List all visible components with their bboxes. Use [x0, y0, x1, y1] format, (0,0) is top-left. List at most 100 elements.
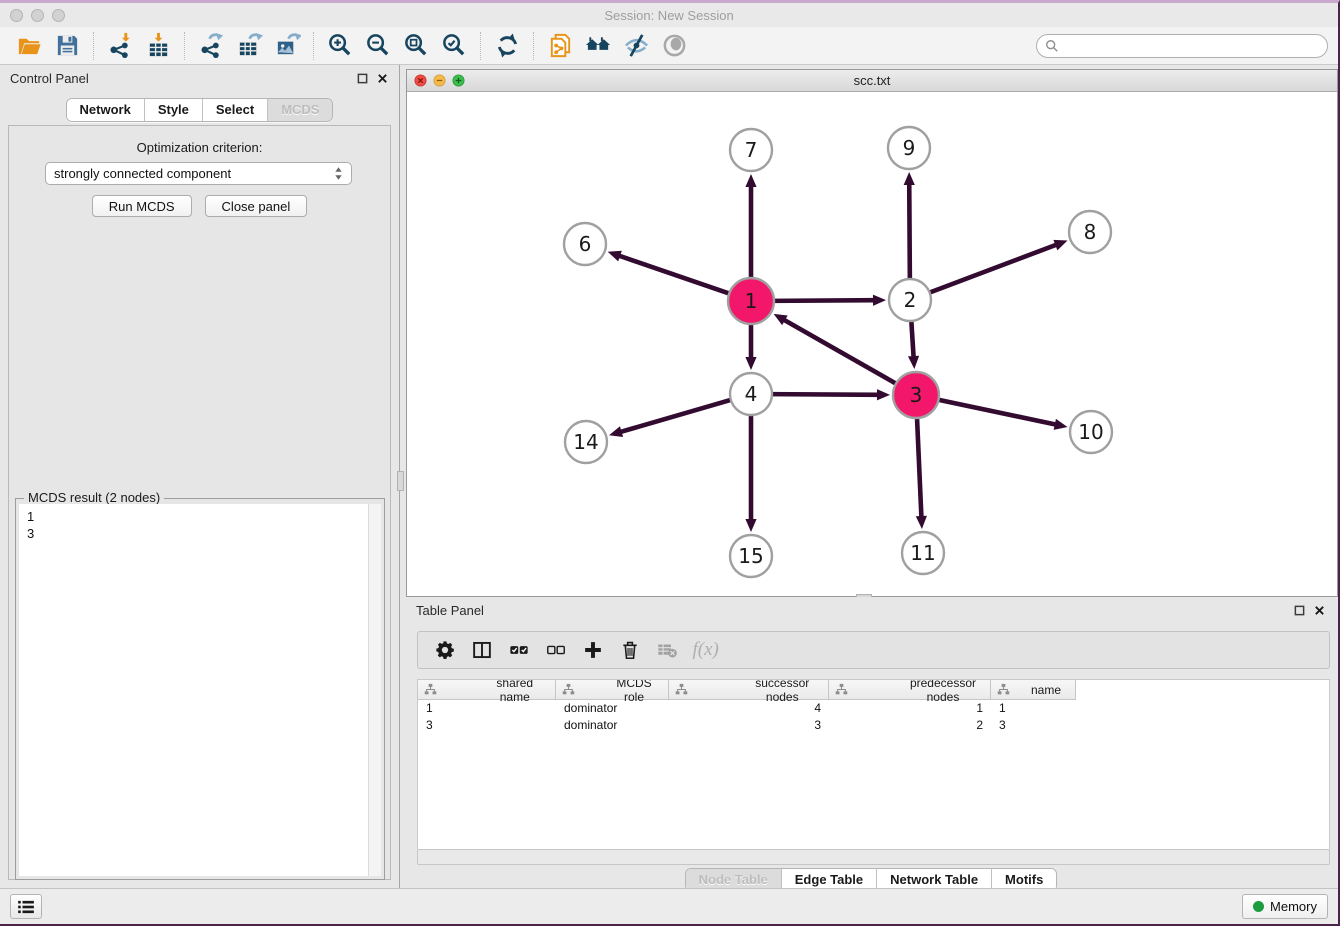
table-cell[interactable]: 1: [829, 700, 991, 717]
edge-3-11[interactable]: [917, 416, 922, 518]
export-table-button[interactable]: [230, 30, 268, 62]
edge-2-9[interactable]: [909, 183, 910, 281]
export-image-button[interactable]: [268, 30, 306, 62]
network-workspace: scc.txt 7968124314101511 Table Panel f(x…: [401, 65, 1338, 888]
attribute-type-icon: [835, 683, 908, 696]
memory-label: Memory: [1270, 899, 1317, 914]
edge-1-6[interactable]: [618, 255, 731, 294]
export-table-icon: [236, 32, 263, 59]
table-cell[interactable]: dominator: [556, 717, 669, 734]
edge-3-1[interactable]: [783, 319, 898, 384]
mcds-result-line: 3: [27, 525, 360, 542]
table-cell[interactable]: 3: [991, 717, 1076, 734]
table-row[interactable]: 1dominator411: [418, 700, 1329, 717]
tab-style[interactable]: Style: [145, 99, 203, 121]
mcds-panel: Optimization criterion: strongly connect…: [8, 125, 391, 880]
select-all-columns-button[interactable]: [500, 635, 537, 665]
toolbar-separator: [184, 32, 185, 60]
import-table-button[interactable]: [139, 30, 177, 62]
table-cell[interactable]: 3: [418, 717, 556, 734]
table-panel-float-button[interactable]: [1293, 604, 1306, 617]
table-cell[interactable]: 2: [829, 717, 991, 734]
edge-arrow-3-10: [1054, 419, 1068, 430]
vertical-splitter-handle[interactable]: [397, 471, 404, 491]
edge-2-3[interactable]: [911, 319, 913, 358]
task-history-button[interactable]: [10, 894, 42, 919]
toggle-panel-mode-button[interactable]: [463, 635, 500, 665]
table-horizontal-scrollbar[interactable]: [417, 849, 1330, 865]
network-canvas[interactable]: 7968124314101511: [407, 92, 1337, 596]
edge-2-8[interactable]: [928, 244, 1057, 293]
zoom-selected-icon: [441, 32, 468, 59]
run-mcds-button[interactable]: Run MCDS: [92, 195, 192, 217]
delete-columns-button[interactable]: [611, 635, 648, 665]
column-header-shared-name[interactable]: shared name: [418, 680, 556, 700]
table-cell[interactable]: dominator: [556, 700, 669, 717]
unselect-all-columns-button[interactable]: [537, 635, 574, 665]
zoom-selected-button[interactable]: [435, 30, 473, 62]
toolbar-icons: [10, 30, 693, 62]
node-label-4: 4: [745, 382, 758, 406]
duplicate-network-button[interactable]: [541, 30, 579, 62]
apply-preferred-layout-button[interactable]: [488, 30, 526, 62]
import-network-icon: [107, 32, 134, 59]
column-header-predecessor-nodes[interactable]: predecessor nodes: [829, 680, 991, 700]
zoom-in-button[interactable]: [321, 30, 359, 62]
search-box[interactable]: [1036, 34, 1328, 58]
toggle-graphics-details-button[interactable]: [617, 30, 655, 62]
close-panel-button[interactable]: Close panel: [205, 195, 308, 217]
network-view-titlebar[interactable]: scc.txt: [407, 70, 1337, 92]
tab-network[interactable]: Network: [67, 99, 145, 121]
edge-1-2[interactable]: [772, 300, 875, 301]
column-header-MCDS-role[interactable]: MCDS role: [556, 680, 669, 700]
delete-table-button: [648, 635, 685, 665]
attribute-type-icon: [562, 683, 612, 696]
table-panel-header: Table Panel: [406, 597, 1336, 623]
table-panel-close-button[interactable]: [1313, 604, 1326, 617]
column-settings-button[interactable]: [426, 635, 463, 665]
open-file-button[interactable]: [10, 30, 48, 62]
tab-mcds[interactable]: MCDS: [268, 99, 332, 121]
table-panel-title: Table Panel: [416, 603, 484, 618]
control-panel-close-button[interactable]: [376, 72, 389, 85]
search-input[interactable]: [1064, 39, 1319, 53]
control-panel-float-button[interactable]: [356, 72, 369, 85]
show-graphics-details-button: [655, 30, 693, 62]
edge-4-14[interactable]: [620, 399, 733, 432]
optimization-criterion-select[interactable]: strongly connected component: [45, 162, 352, 185]
table-cell[interactable]: 1: [991, 700, 1076, 717]
edge-arrow-1-2: [873, 295, 886, 306]
import-network-button[interactable]: [101, 30, 139, 62]
table-cell[interactable]: 3: [669, 717, 829, 734]
window-title: Session: New Session: [0, 8, 1338, 23]
tab-select[interactable]: Select: [203, 99, 268, 121]
edge-3-10[interactable]: [937, 399, 1057, 424]
application-window: Session: New Session Control Panel Netwo…: [0, 0, 1340, 926]
table-toolbar: f(x): [417, 631, 1330, 669]
node-label-9: 9: [903, 136, 916, 160]
mcds-result-area[interactable]: 13: [19, 504, 381, 876]
network-view-title: scc.txt: [407, 73, 1337, 88]
table-cell[interactable]: 1: [418, 700, 556, 717]
table-row[interactable]: 3dominator323: [418, 717, 1329, 734]
network-graph[interactable]: 7968124314101511: [407, 92, 1337, 596]
export-image-icon: [274, 32, 301, 59]
memory-button[interactable]: Memory: [1242, 894, 1328, 919]
save-session-button[interactable]: [48, 30, 86, 62]
node-label-8: 8: [1084, 220, 1097, 244]
show-graphics-details-icon: [661, 32, 688, 59]
edge-arrow-1-4: [745, 357, 756, 370]
zoom-out-button[interactable]: [359, 30, 397, 62]
zoom-fit-icon: [403, 32, 430, 59]
mcds-result-groupbox: MCDS result (2 nodes) 13: [15, 498, 385, 880]
column-header-successor-nodes[interactable]: successor nodes: [669, 680, 829, 700]
column-header-name[interactable]: name: [991, 680, 1076, 700]
edge-4-3[interactable]: [770, 394, 879, 395]
mcds-result-scrollbar[interactable]: [368, 504, 381, 876]
create-column-button[interactable]: [574, 635, 611, 665]
show-network-windows-button[interactable]: [579, 30, 617, 62]
export-network-button[interactable]: [192, 30, 230, 62]
zoom-fit-button[interactable]: [397, 30, 435, 62]
table-cell[interactable]: 4: [669, 700, 829, 717]
edge-arrow-2-3: [908, 356, 919, 369]
